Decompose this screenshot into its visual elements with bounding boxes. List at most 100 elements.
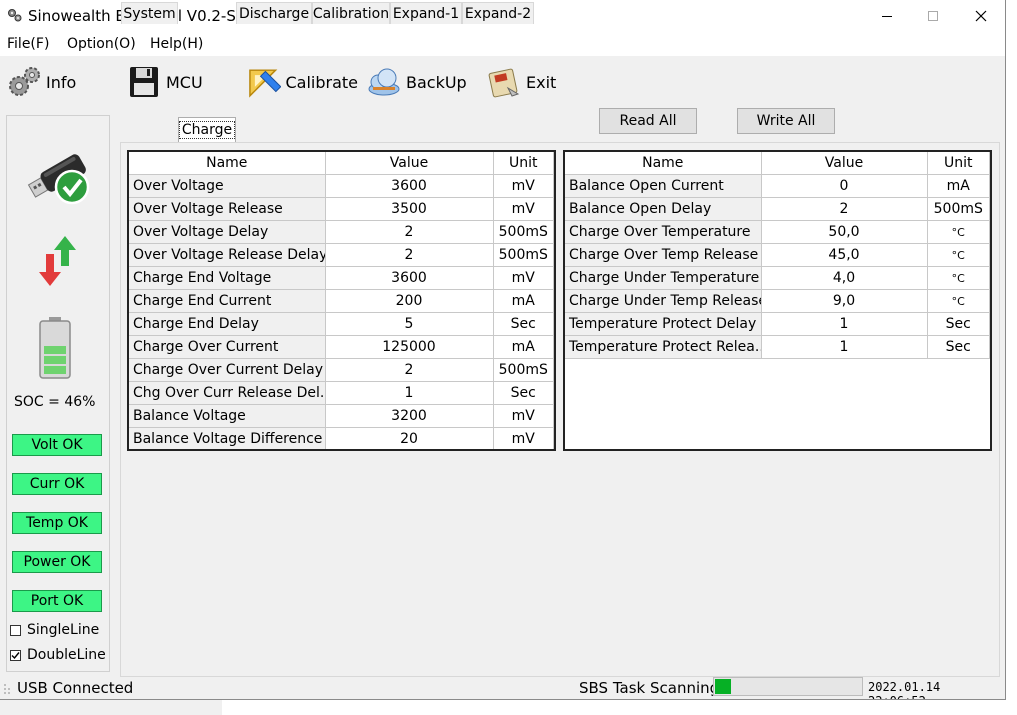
tab-system[interactable]: System <box>121 2 178 24</box>
gears-icon <box>9 67 40 96</box>
table-row[interactable]: Temperature Protect Delay 1 Sec <box>565 312 990 336</box>
volt-ok-indicator[interactable]: Volt OK <box>12 434 102 456</box>
param-value-cell[interactable]: 50,0 <box>761 220 928 244</box>
table-row[interactable]: Charge Over Current Delay 2 500mS <box>129 358 554 382</box>
param-value-cell[interactable]: 3200 <box>325 404 494 428</box>
param-value-cell[interactable]: 2 <box>325 220 494 244</box>
param-name-cell: Charge End Current <box>129 289 326 313</box>
minimize-button[interactable] <box>864 0 910 32</box>
param-value-cell[interactable]: 1 <box>325 381 494 405</box>
table-row[interactable]: Charge End Voltage 3600 mV <box>129 266 554 290</box>
read-all-button[interactable]: Read All <box>599 108 697 134</box>
table-row[interactable]: Charge Under Temp Release 9,0 °C <box>565 289 990 313</box>
double-line-checkbox[interactable]: DoubleLine <box>10 647 106 663</box>
param-value-cell[interactable]: 125000 <box>325 335 494 359</box>
tab-discharge-label: Discharge <box>238 5 310 22</box>
port-ok-indicator[interactable]: Port OK <box>12 590 102 612</box>
write-all-button[interactable]: Write All <box>737 108 835 134</box>
table-row[interactable]: Charge Over Temp Release 45,0 °C <box>565 243 990 267</box>
maximize-button[interactable] <box>910 0 956 32</box>
table-row[interactable]: Chg Over Curr Release Del... 1 Sec <box>129 381 554 405</box>
param-unit-cell: °C <box>927 289 990 313</box>
param-name-cell: Charge Under Temp Release <box>565 289 762 313</box>
param-value-cell[interactable]: 4,0 <box>761 266 928 290</box>
param-name-cell: Chg Over Curr Release Del... <box>129 381 326 405</box>
connection-status: USB Connected <box>17 679 134 697</box>
param-value-cell[interactable]: 3600 <box>325 174 494 198</box>
curr-ok-indicator[interactable]: Curr OK <box>12 473 102 495</box>
param-value-cell[interactable]: 200 <box>325 289 494 313</box>
param-value-cell[interactable]: 2 <box>325 243 494 267</box>
mcu-button[interactable]: MCU <box>126 62 238 102</box>
param-name-cell: Charge Over Temp Release <box>565 243 762 267</box>
table-row[interactable]: Balance Open Delay 2 500mS <box>565 197 990 221</box>
app-icon <box>8 9 22 22</box>
tab-expand-1[interactable]: Expand-1 <box>390 2 462 24</box>
menu-help[interactable]: Help(H) <box>150 36 203 52</box>
single-line-box[interactable] <box>10 624 21 636</box>
table-row[interactable]: Over Voltage Delay 2 500mS <box>129 220 554 244</box>
tab-calibration[interactable]: Calibration <box>312 2 390 24</box>
table-row[interactable]: Charge End Current 200 mA <box>129 289 554 313</box>
menu-file[interactable]: File(F) <box>7 36 49 52</box>
table-row[interactable]: Temperature Protect Relea... 1 Sec <box>565 335 990 359</box>
single-line-checkbox[interactable]: SingleLine <box>10 622 99 638</box>
single-line-label: SingleLine <box>27 622 100 638</box>
tab-expand-2[interactable]: Expand-2 <box>462 2 534 24</box>
param-unit-cell: Sec <box>493 312 554 336</box>
param-unit-cell: 500mS <box>493 220 554 244</box>
param-value-cell[interactable]: 0 <box>761 174 928 198</box>
param-name-cell: Charge End Delay <box>129 312 326 336</box>
column-header-unit[interactable]: Unit <box>927 152 990 175</box>
table-row[interactable]: Charge Under Temperature 4,0 °C <box>565 266 990 290</box>
column-header-value[interactable]: Value <box>761 152 928 175</box>
param-unit-cell: Sec <box>927 312 990 336</box>
info-label: Info <box>46 72 77 92</box>
param-value-cell[interactable]: 3600 <box>325 266 494 290</box>
column-header-name[interactable]: Name <box>129 152 326 175</box>
param-name-cell: Balance Open Current <box>565 174 762 198</box>
battery-icon <box>39 317 71 379</box>
table-row[interactable]: Charge Over Temperature 50,0 °C <box>565 220 990 244</box>
param-value-cell[interactable]: 2 <box>761 197 928 221</box>
table-row[interactable]: Over Voltage 3600 mV <box>129 174 554 198</box>
tab-discharge[interactable]: Discharge <box>236 2 312 24</box>
table-row[interactable]: Over Voltage Release Delay 2 500mS <box>129 243 554 267</box>
menu-option[interactable]: Option(O) <box>67 36 136 52</box>
column-header-unit[interactable]: Unit <box>493 152 554 175</box>
close-button[interactable] <box>958 0 1004 32</box>
exit-button[interactable]: Exit <box>486 62 598 102</box>
param-value-cell[interactable]: 45,0 <box>761 243 928 267</box>
charge-params-table-left: Name Value Unit Over Voltage 3600 mV Over V… <box>129 152 554 449</box>
tab-calibration-label: Calibration <box>312 5 390 22</box>
param-name-cell: Charge Over Current <box>129 335 326 359</box>
param-value-cell[interactable]: 2 <box>325 358 494 382</box>
param-value-cell[interactable]: 9,0 <box>761 289 928 313</box>
tab-charge[interactable]: Charge <box>178 117 236 142</box>
table-row[interactable]: Balance Voltage Difference 20 mV <box>129 427 554 449</box>
backup-button[interactable]: BackUp <box>366 62 478 102</box>
column-header-value[interactable]: Value <box>325 152 494 175</box>
param-value-cell[interactable]: 3500 <box>325 197 494 221</box>
param-name-cell: Charge Over Current Delay <box>129 358 326 382</box>
calibrate-button[interactable]: Calibrate <box>246 62 358 102</box>
temp-ok-indicator[interactable]: Temp OK <box>12 512 102 534</box>
param-value-cell[interactable]: 1 <box>761 312 928 336</box>
param-value-cell[interactable]: 1 <box>761 335 928 359</box>
table-row[interactable]: Balance Voltage 3200 mV <box>129 404 554 428</box>
param-unit-cell: mV <box>493 266 554 290</box>
charge-params-table-right: Name Value Unit Balance Open Current 0 mA B… <box>565 152 990 359</box>
param-value-cell[interactable]: 20 <box>325 427 494 449</box>
table-row[interactable]: Over Voltage Release 3500 mV <box>129 197 554 221</box>
table-row[interactable]: Balance Open Current 0 mA <box>565 174 990 198</box>
table-row[interactable]: Charge End Delay 5 Sec <box>129 312 554 336</box>
charge-params-grid-left[interactable]: Name Value Unit Over Voltage 3600 mV Over V… <box>127 150 556 451</box>
column-header-name[interactable]: Name <box>565 152 762 175</box>
param-value-cell[interactable]: 5 <box>325 312 494 336</box>
table-row[interactable]: Charge Over Current 125000 mA <box>129 335 554 359</box>
info-button[interactable]: Info <box>6 62 118 102</box>
power-ok-indicator[interactable]: Power OK <box>12 551 102 573</box>
tab-system-label: System <box>123 5 176 22</box>
double-line-box[interactable] <box>10 649 21 661</box>
charge-params-grid-right[interactable]: Name Value Unit Balance Open Current 0 mA B… <box>563 150 992 451</box>
